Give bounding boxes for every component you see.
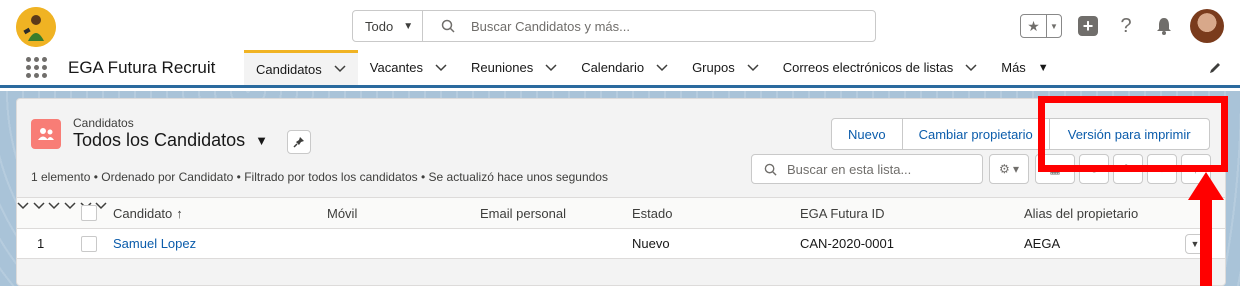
global-search-placeholder: Buscar Candidatos y más... — [471, 18, 630, 34]
app-navigation-bar: EGA Futura Recruit Candidatos Vacantes R… — [0, 50, 1240, 88]
column-menu-chevron-icon[interactable] — [33, 202, 45, 210]
tab-label: Grupos — [692, 60, 735, 75]
column-header-movil[interactable]: Móvil — [327, 198, 357, 228]
checkbox[interactable] — [81, 205, 97, 221]
pin-icon — [293, 137, 304, 148]
table-header: Candidato ↑ Móvil Email personal Estado … — [17, 197, 1225, 229]
sort-ascending-icon: ↑ — [176, 205, 183, 221]
caret-down-icon: ▼ — [1037, 61, 1049, 74]
tab-grupos[interactable]: Grupos — [680, 50, 771, 85]
cell-alias-del-propietario: AEGA — [1024, 236, 1061, 251]
tab-label: Más — [1001, 60, 1026, 75]
column-menu-chevron-icon[interactable] — [64, 202, 76, 210]
list-search-placeholder: Buscar en esta lista... — [787, 161, 912, 177]
app-name: EGA Futura Recruit — [68, 58, 216, 77]
caret-down-icon: ▼ — [403, 20, 414, 32]
notifications-bell-icon[interactable] — [1152, 14, 1176, 38]
chevron-down-icon[interactable] — [747, 63, 759, 72]
row-checkbox[interactable] — [81, 235, 97, 252]
tab-label: Calendario — [581, 60, 645, 75]
chevron-down-icon[interactable] — [656, 63, 668, 72]
cell-estado: Nuevo — [632, 236, 670, 251]
column-header-alias-del-propietario[interactable]: Alias del propietario — [1024, 198, 1138, 228]
header-utility-icons: ★ ▼ + ? — [1020, 9, 1224, 43]
column-label: Email personal — [480, 205, 566, 221]
table-row: 1 Samuel Lopez Nuevo CAN-2020-0001 AEGA … — [17, 229, 1225, 259]
select-all-checkbox[interactable] — [81, 198, 97, 228]
change-owner-button[interactable]: Cambiar propietario — [903, 119, 1050, 149]
search-scope-dropdown[interactable]: Todo ▼ — [353, 11, 423, 41]
list-view-info: 1 elemento • Ordenado por Candidato • Fi… — [31, 170, 608, 184]
list-view-title: Todos los Candidatos — [73, 130, 246, 150]
global-actions-button[interactable]: + — [1076, 14, 1100, 38]
app-launcher-icon[interactable] — [26, 57, 47, 78]
annotation-arrow-icon — [1188, 172, 1224, 286]
tab-label: Reuniones — [471, 60, 534, 75]
tab-label: Correos electrónicos de listas — [782, 60, 954, 75]
list-view-table: Candidato ↑ Móvil Email personal Estado … — [17, 197, 1225, 259]
column-menu-chevron-icon[interactable] — [48, 202, 60, 210]
row-number: 1 — [37, 236, 45, 251]
column-label: EGA Futura ID — [800, 205, 885, 221]
global-search: Todo ▼ Buscar Candidatos y más... — [352, 10, 876, 42]
tab-candidatos[interactable]: Candidatos — [244, 50, 358, 85]
global-header: Todo ▼ Buscar Candidatos y más... ★ ▼ + … — [0, 0, 1240, 50]
tab-vacantes[interactable]: Vacantes — [358, 50, 459, 85]
object-label: Candidatos — [73, 116, 134, 130]
candidate-name-link[interactable]: Samuel Lopez — [113, 229, 196, 258]
cell-ega-futura-id: CAN-2020-0001 — [800, 236, 894, 251]
column-label: Alias del propietario — [1024, 205, 1139, 221]
annotation-highlight-box — [1038, 96, 1228, 172]
column-label: Estado — [632, 205, 673, 221]
gear-icon: ⚙ ▾ — [998, 162, 1020, 176]
column-header-email-personal[interactable]: Email personal — [480, 198, 566, 228]
search-scope-label: Todo — [365, 18, 394, 34]
candidate-object-icon — [31, 119, 61, 149]
edit-nav-pencil-icon[interactable] — [1208, 61, 1222, 75]
tab-label: Candidatos — [256, 61, 322, 77]
favorites-button[interactable]: ★ ▼ — [1020, 14, 1062, 38]
column-label: Candidato — [113, 205, 173, 221]
chevron-down-icon[interactable] — [334, 65, 346, 73]
caret-down-icon: ▼ — [255, 133, 268, 148]
search-icon — [441, 19, 455, 33]
pin-list-view-button[interactable] — [287, 130, 311, 154]
plus-icon: + — [1078, 16, 1098, 36]
user-avatar[interactable] — [1190, 9, 1224, 43]
list-search-input[interactable]: Buscar en esta lista... — [751, 154, 983, 184]
tab-reuniones[interactable]: Reuniones — [459, 50, 569, 85]
column-header-ega-futura-id[interactable]: EGA Futura ID — [800, 198, 885, 228]
tab-correos-electronicos-de-listas[interactable]: Correos electrónicos de listas — [771, 50, 990, 85]
global-search-input[interactable]: Buscar Candidatos y más... — [423, 11, 875, 41]
org-logo[interactable] — [16, 7, 56, 47]
tab-calendario[interactable]: Calendario — [569, 50, 680, 85]
list-view-selector[interactable]: Todos los Candidatos ▼ — [73, 130, 268, 151]
tab-label: Vacantes — [369, 60, 424, 75]
chevron-down-icon[interactable] — [965, 63, 977, 72]
list-settings-button[interactable]: ⚙ ▾ — [989, 154, 1029, 184]
favorites-menu-icon[interactable]: ▼ — [1047, 22, 1061, 31]
column-header-estado[interactable]: Estado — [632, 198, 672, 228]
chevron-down-icon[interactable] — [435, 63, 447, 72]
nav-tabs: Candidatos Vacantes Reuniones Calendario… — [244, 50, 1061, 85]
search-icon — [764, 163, 777, 176]
help-icon[interactable]: ? — [1114, 14, 1138, 38]
chevron-down-icon[interactable] — [545, 63, 557, 72]
column-menu-chevron-icon[interactable] — [17, 202, 29, 210]
column-header-candidato[interactable]: Candidato ↑ — [113, 198, 183, 228]
row-checkbox-cell[interactable] — [81, 229, 97, 258]
favorites-star-icon[interactable]: ★ — [1021, 15, 1047, 37]
tab-mas[interactable]: Más ▼ — [989, 50, 1060, 85]
column-label: Móvil — [327, 205, 358, 221]
new-button[interactable]: Nuevo — [832, 119, 903, 149]
